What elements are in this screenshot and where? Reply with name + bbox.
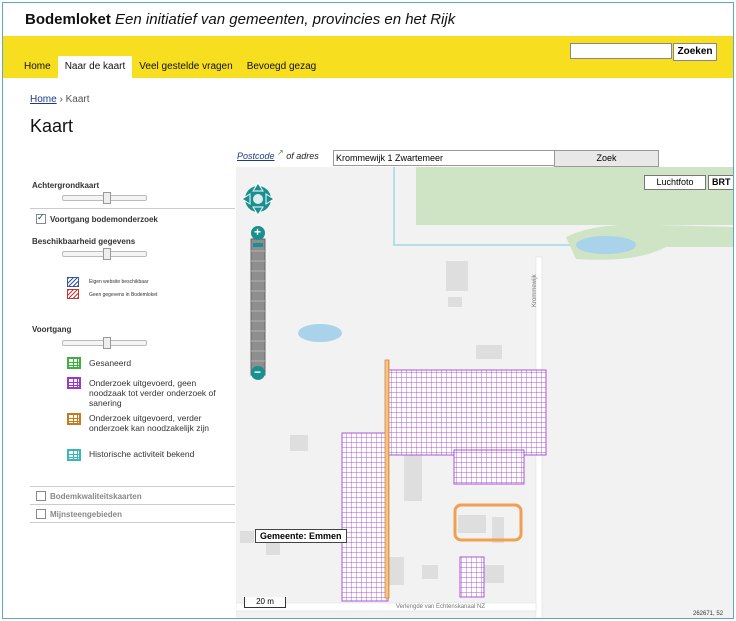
layer-sidebar: Achtergrondkaart Voortgang bodemonderzoe…	[3, 168, 236, 618]
beschikbaarheid-slider[interactable]	[62, 248, 147, 260]
divider	[30, 504, 235, 505]
top-bar: Bodemloket Een initiatief van gemeenten,…	[3, 3, 733, 36]
postcode-link[interactable]: Postcode	[237, 151, 275, 161]
road-label-bottom: Verlengde van Echtenskanaal NZ	[396, 604, 486, 610]
address-search-labels: Postcode ↗ of adres	[237, 148, 319, 167]
eigen-website-label: Eigen website beschikbaar	[89, 279, 149, 285]
nav-bevoegd-gezag[interactable]: Bevoegd gezag	[240, 56, 324, 78]
brand-tagline: Een initiatief van gemeenten, provincies…	[115, 11, 456, 28]
divider	[30, 522, 235, 523]
gesaneerd-swatch	[67, 357, 81, 369]
parcel-verder-onderzoek[interactable]	[384, 359, 390, 599]
onderzoek-verder-swatch	[67, 413, 81, 425]
zoom-bar[interactable]	[250, 226, 266, 380]
map-canvas[interactable]	[236, 167, 733, 618]
pan-control[interactable]	[241, 182, 275, 216]
zoom-out-label[interactable]: −	[254, 365, 261, 379]
divider	[30, 208, 235, 209]
nav-faq[interactable]: Veel gestelde vragen	[132, 56, 239, 78]
slider-handle[interactable]	[103, 248, 111, 260]
historische-activiteit-swatch	[67, 449, 81, 461]
nav-kaart[interactable]: Naar de kaart	[57, 56, 133, 78]
pond	[298, 324, 342, 342]
parcel-onderzoek[interactable]	[387, 369, 547, 456]
pond	[576, 236, 636, 254]
or-address-label: of adres	[286, 151, 319, 161]
breadcrumb-current: Kaart	[65, 94, 90, 105]
voortgang-heading: Voortgang	[32, 325, 72, 334]
geen-gegevens-label: Geen gegevens in Bodemloket	[89, 292, 158, 298]
gemeente-label: Gemeente: Emmen	[255, 529, 347, 543]
onderzoek-geen-noodzaak-label: Onderzoek uitgevoerd, geen noodzaak tot …	[89, 378, 216, 408]
main-nav: Home Naar de kaart Veel gestelde vragen …	[17, 56, 323, 78]
parcel-onderzoek[interactable]	[453, 449, 525, 485]
onderzoek-geen-noodzaak-swatch	[67, 377, 81, 389]
voortgang-checkbox-label: Voortgang bodemonderzoek	[50, 215, 158, 224]
search-input[interactable]	[570, 43, 672, 59]
mijnsteen-label: Mijnsteengebieden	[50, 510, 123, 519]
geen-gegevens-swatch	[67, 289, 79, 299]
achtergrondkaart-slider[interactable]	[62, 192, 147, 204]
eigen-website-swatch	[67, 277, 79, 287]
zoom-in-label[interactable]: +	[254, 225, 261, 239]
road-label-krommewijk: Krommewijk	[532, 274, 538, 307]
breadcrumb: Home › Kaart	[30, 94, 90, 105]
luchtfoto-button[interactable]: Luchtfoto	[644, 175, 706, 190]
external-link-icon: ↗	[277, 148, 284, 157]
onderzoek-verder-label: Onderzoek uitgevoerd, verder onderzoek k…	[89, 413, 210, 433]
beschikbaarheid-heading: Beschikbaarheid gegevens	[32, 237, 136, 246]
brand: Bodemloket Een initiatief van gemeenten,…	[25, 11, 455, 28]
voortgang-checkbox[interactable]	[36, 212, 46, 224]
brand-name[interactable]: Bodemloket	[25, 11, 111, 28]
slider-handle[interactable]	[103, 192, 111, 204]
zoom-slider-handle[interactable]	[253, 243, 263, 247]
mijnsteen-checkbox[interactable]	[36, 509, 46, 519]
voortgang-slider[interactable]	[62, 337, 147, 349]
historische-activiteit-label: Historische activiteit bekend	[89, 449, 195, 459]
breadcrumb-separator: ›	[59, 94, 63, 105]
breadcrumb-home[interactable]: Home	[30, 94, 57, 105]
parcel-onderzoek[interactable]	[341, 432, 389, 602]
bodemkwaliteit-label: Bodemkwaliteitskaarten	[50, 492, 142, 501]
map-viewport[interactable]: + − Luchtfoto BRT Krommewijk Verlengde v…	[236, 167, 733, 618]
page-frame: Bodemloket Een initiatief van gemeenten,…	[2, 2, 734, 619]
divider	[30, 486, 235, 487]
page-title: Kaart	[30, 116, 74, 136]
brt-button[interactable]: BRT	[708, 175, 733, 190]
parcel-onderzoek[interactable]	[459, 556, 485, 598]
scale-bar: 20 m	[244, 597, 286, 608]
bodemkwaliteit-checkbox[interactable]	[36, 491, 46, 501]
address-input[interactable]: Krommewijk 1 Zwartemeer	[333, 150, 555, 166]
nav-home[interactable]: Home	[17, 56, 58, 78]
achtergrondkaart-heading: Achtergrondkaart	[32, 181, 100, 190]
header-bar: Zoeken Home Naar de kaart Veel gestelde …	[3, 36, 733, 78]
address-search-button[interactable]: Zoek	[554, 150, 659, 167]
coordinate-readout: 262671, 52	[693, 611, 724, 617]
gesaneerd-label: Gesaneerd	[89, 358, 132, 368]
slider-handle[interactable]	[103, 337, 111, 349]
search-button[interactable]: Zoeken	[673, 43, 717, 61]
